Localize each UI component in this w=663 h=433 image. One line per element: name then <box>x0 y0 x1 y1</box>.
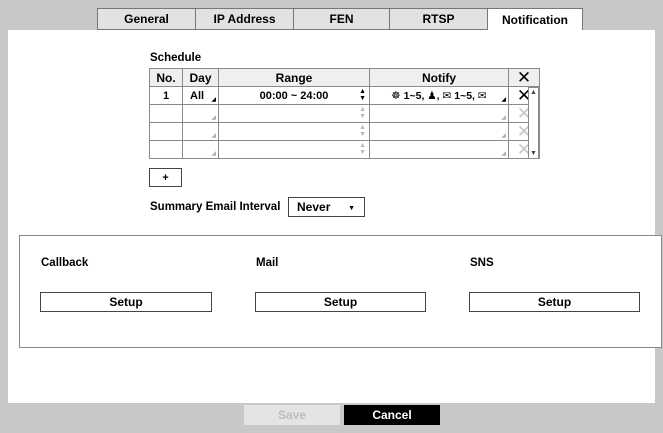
dropdown-corner-icon: ◢ <box>501 115 506 121</box>
day-value: All <box>190 89 205 102</box>
chevron-down-icon: ▼ <box>348 205 355 212</box>
dropdown-corner-icon: ◢ <box>501 151 506 157</box>
row-number: 1 <box>149 86 183 105</box>
tab-general[interactable]: General <box>97 8 196 30</box>
schedule-header-row: No. Day Range Notify ✕ <box>149 68 540 87</box>
table-row: ◢ ▲ ▼ ◢ ✕ <box>149 122 540 141</box>
spinner-arrows-icon: ▲ ▼ <box>359 142 366 156</box>
table-row: ◢ ▲ ▼ ◢ ✕ <box>149 140 540 159</box>
summary-interval-value: Never <box>297 200 331 214</box>
notify-select[interactable]: ◢ <box>369 104 509 123</box>
dropdown-corner-icon: ◢ <box>211 133 216 139</box>
schedule-title: Schedule <box>150 52 202 64</box>
table-row: 1 All ◢ 00:00 ~ 24:00 ▲ ▼ ☸ 1~5, ♟, ✉ 1~5, … <box>149 86 540 105</box>
sns-setup-button[interactable]: Setup <box>469 292 640 312</box>
table-row: ◢ ▲ ▼ ◢ ✕ <box>149 104 540 123</box>
dropdown-corner-icon: ◢ <box>501 133 506 139</box>
col-day-header: Day <box>182 68 219 87</box>
range-stepper[interactable]: ▲ ▼ <box>218 104 370 123</box>
day-select[interactable]: ◢ <box>182 140 219 159</box>
col-notify-header: Notify <box>369 68 509 87</box>
day-select[interactable]: ◢ <box>182 104 219 123</box>
scroll-up-icon[interactable]: ▲ <box>530 89 537 96</box>
tab-notification[interactable]: Notification <box>487 8 583 31</box>
row-number <box>149 140 183 159</box>
range-value: 00:00 ~ 24:00 <box>259 89 329 102</box>
tab-ip-address[interactable]: IP Address <box>195 8 294 30</box>
range-stepper[interactable]: 00:00 ~ 24:00 ▲ ▼ <box>218 86 370 105</box>
callback-setup-button[interactable]: Setup <box>40 292 212 312</box>
summary-interval-label: Summary Email Interval <box>150 201 281 213</box>
dropdown-corner-icon: ◢ <box>211 151 216 157</box>
mail-setup-button[interactable]: Setup <box>255 292 426 312</box>
tab-fen[interactable]: FEN <box>293 8 390 30</box>
schedule-scrollbar[interactable]: ▲ ▼ <box>528 87 539 159</box>
summary-interval-select[interactable]: Never ▼ <box>288 197 365 217</box>
left-frame <box>0 0 8 433</box>
notify-value: ☸ 1~5, ♟, ✉ 1~5, ✉ <box>391 89 487 102</box>
save-button[interactable]: Save <box>244 405 340 425</box>
notify-select[interactable]: ◢ <box>369 122 509 141</box>
delete-all-button[interactable]: ✕ <box>508 68 540 87</box>
spinner-arrows-icon: ▲ ▼ <box>359 124 366 138</box>
top-frame <box>0 0 663 8</box>
callback-title: Callback <box>41 257 89 269</box>
dropdown-corner-icon: ◢ <box>501 97 506 103</box>
sns-title: SNS <box>470 257 494 269</box>
row-number <box>149 122 183 141</box>
right-frame <box>655 0 663 433</box>
notify-select[interactable]: ☸ 1~5, ♟, ✉ 1~5, ✉ ◢ <box>369 86 509 105</box>
schedule-table: No. Day Range Notify ✕ 1 All ◢ 00:00 ~ 24… <box>149 68 540 159</box>
tab-rtsp[interactable]: RTSP <box>389 8 488 30</box>
scroll-down-icon[interactable]: ▼ <box>530 150 537 157</box>
add-schedule-button[interactable]: + <box>149 168 182 187</box>
spinner-arrows-icon: ▲ ▼ <box>359 88 366 102</box>
notify-select[interactable]: ◢ <box>369 140 509 159</box>
range-stepper[interactable]: ▲ ▼ <box>218 122 370 141</box>
day-select[interactable]: ◢ <box>182 122 219 141</box>
cancel-button[interactable]: Cancel <box>344 405 440 425</box>
dropdown-corner-icon: ◢ <box>211 115 216 121</box>
dropdown-corner-icon: ◢ <box>211 97 216 103</box>
col-no-header: No. <box>149 68 183 87</box>
spinner-arrows-icon: ▲ ▼ <box>359 106 366 120</box>
row-number <box>149 104 183 123</box>
day-select[interactable]: All ◢ <box>182 86 219 105</box>
col-range-header: Range <box>218 68 370 87</box>
range-stepper[interactable]: ▲ ▼ <box>218 140 370 159</box>
mail-title: Mail <box>256 257 279 269</box>
close-icon: ✕ <box>516 68 532 87</box>
